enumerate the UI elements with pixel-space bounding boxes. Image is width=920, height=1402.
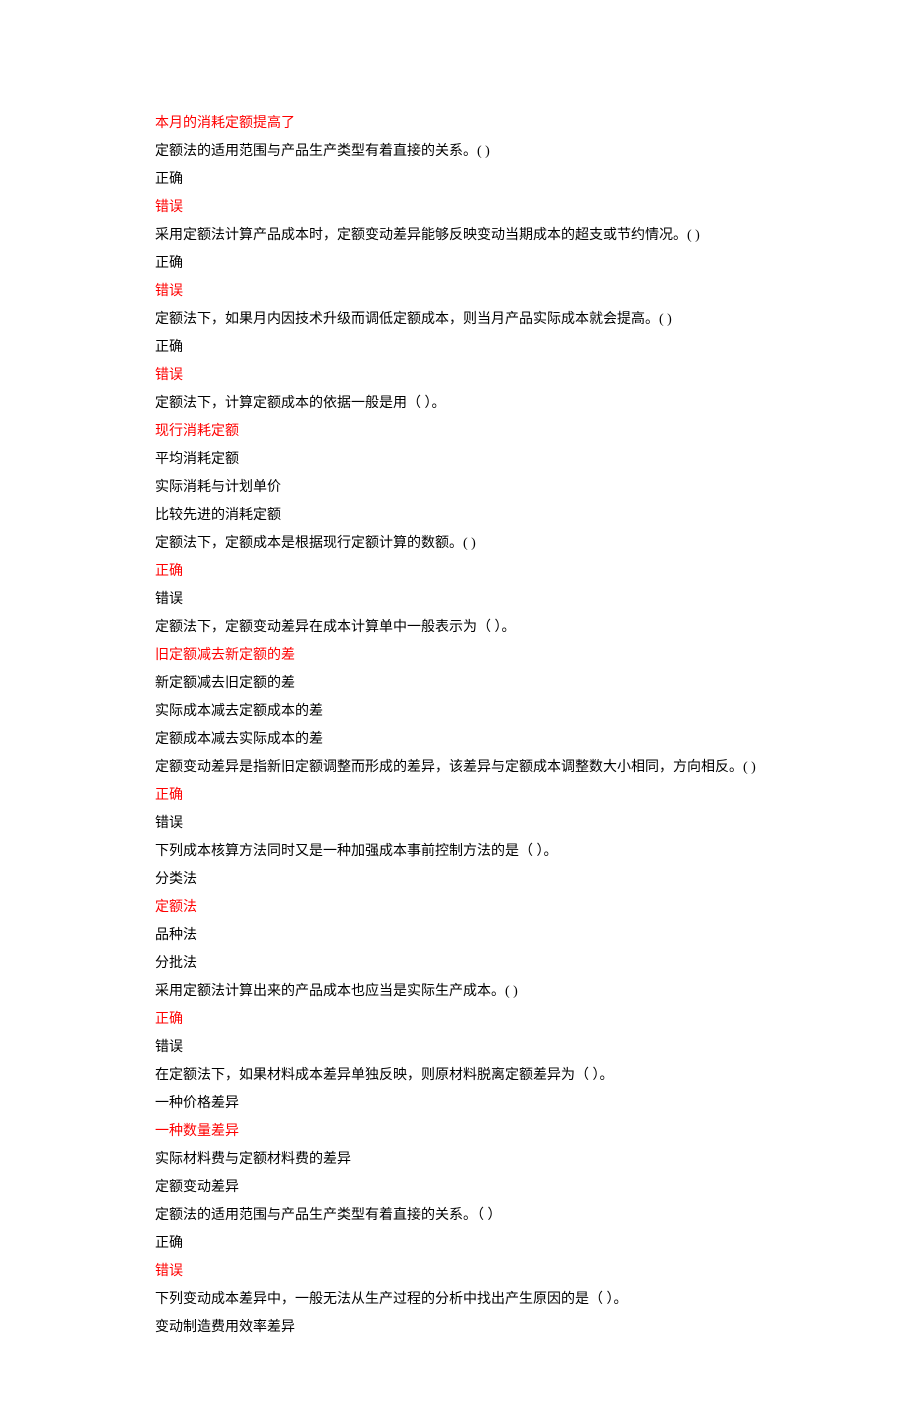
text-line: 定额变动差异是指新旧定额调整而形成的差异，该差异与定额成本调整数大小相同，方向相… — [155, 754, 770, 782]
text-line: 错误 — [155, 586, 770, 614]
text-line: 本月的消耗定额提高了 — [155, 110, 770, 138]
text-line: 采用定额法计算产品成本时，定额变动差异能够反映变动当期成本的超支或节约情况。( … — [155, 222, 770, 250]
text-line: 一种数量差异 — [155, 1118, 770, 1146]
document-content: 本月的消耗定额提高了定额法的适用范围与产品生产类型有着直接的关系。( )正确错误… — [155, 110, 770, 1342]
text-line: 正确 — [155, 782, 770, 810]
text-line: 正确 — [155, 166, 770, 194]
text-line: 错误 — [155, 810, 770, 838]
text-line: 平均消耗定额 — [155, 446, 770, 474]
text-line: 下列成本核算方法同时又是一种加强成本事前控制方法的是（ ）。 — [155, 838, 770, 866]
text-line: 新定额减去旧定额的差 — [155, 670, 770, 698]
text-line: 现行消耗定额 — [155, 418, 770, 446]
text-line: 采用定额法计算出来的产品成本也应当是实际生产成本。( ) — [155, 978, 770, 1006]
text-line: 定额法下，定额成本是根据现行定额计算的数额。( ) — [155, 530, 770, 558]
text-line: 品种法 — [155, 922, 770, 950]
text-line: 分类法 — [155, 866, 770, 894]
text-line: 分批法 — [155, 950, 770, 978]
text-line: 定额法 — [155, 894, 770, 922]
text-line: 下列变动成本差异中，一般无法从生产过程的分析中找出产生原因的是（ ）。 — [155, 1286, 770, 1314]
text-line: 在定额法下，如果材料成本差异单独反映，则原材料脱离定额差异为（ ）。 — [155, 1062, 770, 1090]
text-line: 定额法下，计算定额成本的依据一般是用（ ）。 — [155, 390, 770, 418]
text-line: 定额成本减去实际成本的差 — [155, 726, 770, 754]
text-line: 正确 — [155, 250, 770, 278]
text-line: 一种价格差异 — [155, 1090, 770, 1118]
text-line: 正确 — [155, 1006, 770, 1034]
text-line: 错误 — [155, 278, 770, 306]
text-line: 正确 — [155, 334, 770, 362]
text-line: 错误 — [155, 1034, 770, 1062]
text-line: 旧定额减去新定额的差 — [155, 642, 770, 670]
text-line: 错误 — [155, 362, 770, 390]
text-line: 实际成本减去定额成本的差 — [155, 698, 770, 726]
text-line: 定额变动差异 — [155, 1174, 770, 1202]
text-line: 定额法下，如果月内因技术升级而调低定额成本，则当月产品实际成本就会提高。( ) — [155, 306, 770, 334]
text-line: 定额法的适用范围与产品生产类型有着直接的关系。( ) — [155, 138, 770, 166]
text-line: 实际材料费与定额材料费的差异 — [155, 1146, 770, 1174]
text-line: 实际消耗与计划单价 — [155, 474, 770, 502]
text-line: 比较先进的消耗定额 — [155, 502, 770, 530]
text-line: 定额法的适用范围与产品生产类型有着直接的关系。（ ） — [155, 1202, 770, 1230]
text-line: 正确 — [155, 558, 770, 586]
text-line: 错误 — [155, 194, 770, 222]
text-line: 定额法下，定额变动差异在成本计算单中一般表示为（ ）。 — [155, 614, 770, 642]
text-line: 正确 — [155, 1230, 770, 1258]
text-line: 错误 — [155, 1258, 770, 1286]
text-line: 变动制造费用效率差异 — [155, 1314, 770, 1342]
